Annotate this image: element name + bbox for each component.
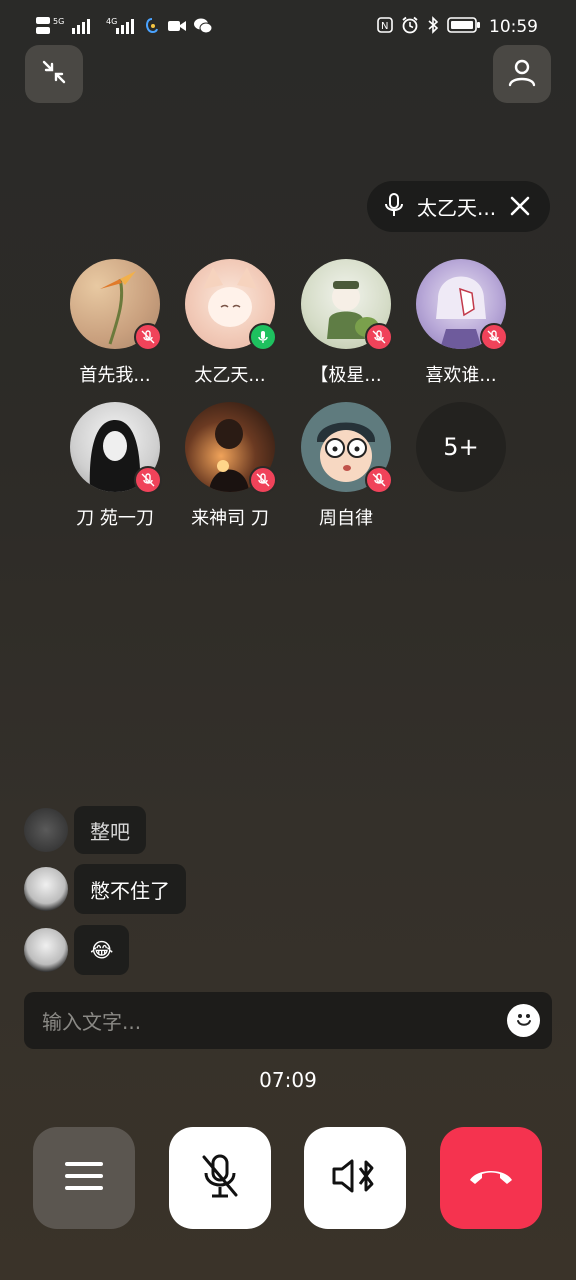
participant-name: 喜欢谁... [425,365,497,386]
participant-name: 【极星... [310,365,382,386]
participant-7[interactable]: 周自律 [288,402,404,530]
contacts-button[interactable] [493,45,551,103]
status-bar: 5G 4G N 10:59 [0,0,576,56]
menu-button[interactable] [33,1127,135,1229]
speaker-bluetooth-icon [332,1158,378,1198]
minimize-arrows-icon [41,59,67,89]
hd-signal-icon: 5G [36,16,98,36]
mic-muted-badge [480,323,508,351]
hang-up-button[interactable] [440,1127,542,1229]
more-participants-button[interactable]: 5+ [403,402,519,492]
battery-icon [447,16,481,38]
signal-4g-icon: 4G [106,16,136,36]
person-icon [507,57,537,91]
current-speaker-name: 太乙天... [417,196,497,220]
mic-on-badge [249,323,277,351]
phone-hangup-icon [467,1166,515,1190]
chat-message: 憋不住了 [24,864,186,914]
participant-1[interactable]: 首先我... [57,259,173,387]
participant-name: 首先我... [79,365,151,386]
avatar [70,402,162,494]
participant-4[interactable]: 喜欢谁... [403,259,519,387]
mic-muted-badge [134,323,162,351]
avatar [301,259,393,351]
chat-message: 整吧 [24,806,146,854]
participant-name: 周自律 [319,508,373,529]
emoji-button[interactable] [507,1004,540,1037]
smiley-icon [512,1007,536,1035]
chat-avatar[interactable] [24,928,68,972]
bluetooth-icon [427,16,439,38]
call-timer: 07:09 [259,1068,317,1092]
chat-bubble: 整吧 [74,806,146,854]
chat-bubble: 😂 [74,925,130,975]
mic-icon [385,192,403,221]
video-camera-icon [168,19,186,33]
avatar [185,402,277,494]
mic-muted-badge [134,466,162,494]
status-time: 10:59 [489,17,538,37]
chat-avatar[interactable] [24,867,68,911]
avatar [416,259,508,351]
participant-5[interactable]: 刀 苑一刀 [57,402,173,530]
speaker-output-button[interactable] [304,1127,406,1229]
status-left-icons: 5G 4G [36,16,212,36]
avatar [301,402,393,494]
chat-message: 😂 [24,925,130,975]
hamburger-icon [65,1160,103,1196]
minimize-button[interactable] [25,45,83,103]
participant-name: 刀 苑一刀 [76,508,154,529]
mic-muted-badge [249,466,277,494]
mic-muted-badge [365,323,393,351]
mute-microphone-button[interactable] [169,1127,271,1229]
participant-2[interactable]: 太乙天... [172,259,288,387]
status-right-icons: N 10:59 [377,16,538,38]
signal-5g-text: 5G [53,17,64,26]
svg-text:N: N [381,21,388,32]
wechat-icon [194,18,212,34]
chat-text-input[interactable] [40,992,494,1051]
more-count: 5+ [416,402,506,492]
mic-muted-badge [365,466,393,494]
current-speaker-pill[interactable]: 太乙天... [367,181,550,232]
app-notification-icon [144,17,160,35]
alarm-icon [401,16,419,38]
avatar [185,259,277,351]
nfc-icon: N [377,17,393,37]
mic-off-icon [200,1153,240,1203]
participant-3[interactable]: 【极星... [288,259,404,387]
participant-name: 太乙天... [194,365,266,386]
chat-input-container [24,992,552,1051]
participant-6[interactable]: 来神司 刀 [172,402,288,530]
chat-avatar[interactable] [24,808,68,852]
chat-bubble: 憋不住了 [74,864,186,914]
close-icon[interactable] [508,194,532,222]
avatar [70,259,162,351]
participant-name: 来神司 刀 [191,508,269,529]
signal-4g-text: 4G [106,17,117,26]
